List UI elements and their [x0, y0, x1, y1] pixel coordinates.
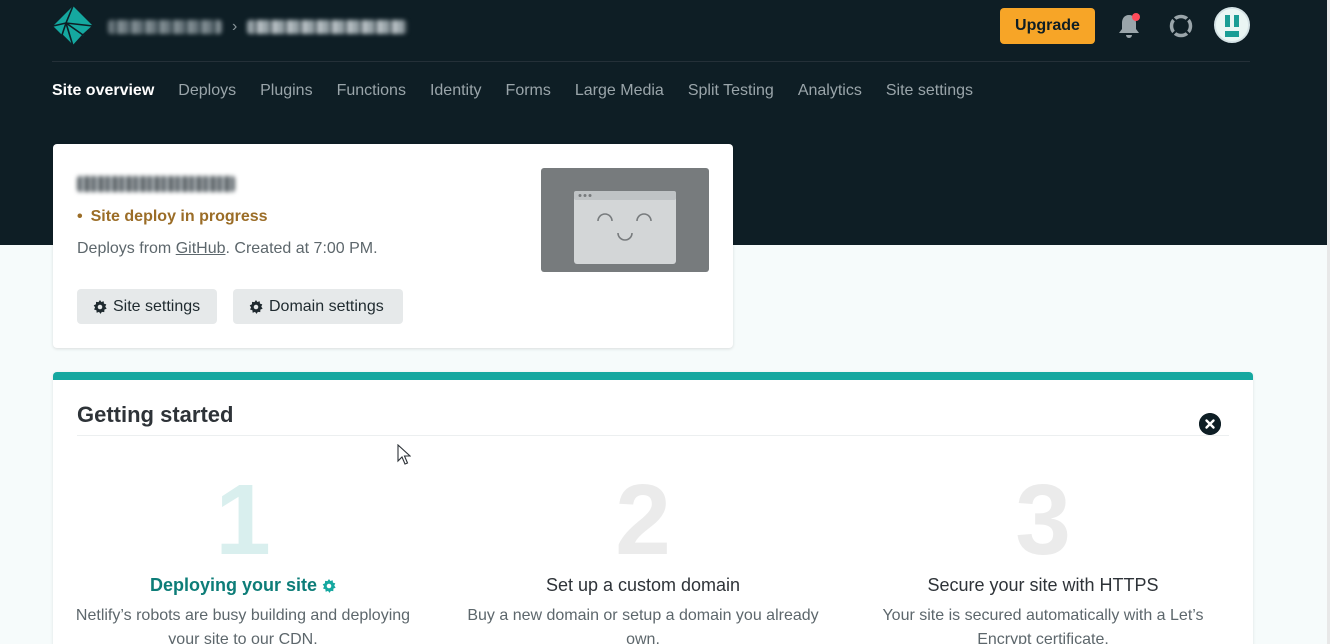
tab-deploys[interactable]: Deploys	[178, 82, 236, 104]
step-title[interactable]: Secure your site with HTTPS	[863, 575, 1223, 596]
site-nav: Site overview Deploys Plugins Functions …	[52, 82, 997, 104]
deploys-from-prefix: Deploys from	[77, 240, 176, 257]
site-name[interactable]	[77, 176, 235, 192]
browser-placeholder-icon	[574, 191, 676, 264]
netlify-logo-icon[interactable]	[52, 5, 94, 47]
step-title[interactable]: Deploying your site	[63, 575, 423, 596]
deploy-status: • Site deploy in progress	[77, 208, 268, 226]
tab-functions[interactable]: Functions	[337, 82, 406, 104]
site-settings-label: Site settings	[113, 297, 201, 315]
upgrade-button[interactable]: Upgrade	[1000, 8, 1095, 44]
step-title-text: Secure your site with HTTPS	[927, 575, 1159, 595]
step-number: 3	[1015, 464, 1071, 576]
step-number: 1	[215, 464, 271, 576]
site-overview-card: • Site deploy in progress Deploys from Gi…	[53, 144, 733, 348]
gear-icon	[249, 299, 263, 314]
tab-split-testing[interactable]: Split Testing	[688, 82, 774, 104]
step-title-text: Set up a custom domain	[545, 575, 741, 595]
step-custom-domain: 2 Set up a custom domain Buy a new domai…	[463, 470, 823, 644]
step-description: Your site is secured automatically with …	[882, 607, 1204, 644]
deploy-info: Deploys from GitHub. Created at 7:00 PM.	[77, 240, 378, 258]
site-preview-thumbnail[interactable]	[541, 168, 709, 272]
top-header: › Upgrade	[52, 0, 1250, 62]
step-description: Netlify’s robots are busy building and d…	[75, 607, 411, 644]
gear-spinner-icon	[322, 578, 336, 593]
step-title-text: Deploying your site	[149, 575, 318, 595]
getting-started-title: Getting started	[77, 402, 234, 427]
step-deploying: 1 Deploying your site Netlify’s robots a…	[63, 470, 423, 644]
gear-icon	[93, 299, 107, 314]
breadcrumb: ›	[108, 15, 408, 39]
help-lifebuoy-icon[interactable]	[1169, 14, 1193, 38]
avatar-identicon-icon	[1216, 9, 1248, 41]
github-link[interactable]: GitHub	[176, 240, 226, 257]
divider	[77, 435, 1229, 436]
created-text: . Created at 7:00 PM.	[225, 240, 378, 257]
breadcrumb-separator: ›	[232, 18, 238, 35]
tab-identity[interactable]: Identity	[430, 82, 482, 104]
tab-site-overview[interactable]: Site overview	[52, 82, 154, 104]
getting-started-panel: Getting started 1 Deploying your site Ne…	[53, 372, 1253, 644]
avatar[interactable]	[1214, 7, 1250, 43]
notification-dot	[1132, 13, 1140, 21]
site-settings-button[interactable]: Site settings	[77, 289, 217, 324]
step-title[interactable]: Set up a custom domain	[463, 575, 823, 596]
site-slug[interactable]	[247, 20, 408, 34]
account-name[interactable]	[108, 20, 222, 34]
status-dot: •	[77, 208, 83, 225]
tab-forms[interactable]: Forms	[506, 82, 551, 104]
close-icon[interactable]	[1199, 413, 1221, 435]
domain-settings-button[interactable]: Domain settings	[233, 289, 403, 324]
tab-large-media[interactable]: Large Media	[575, 82, 664, 104]
deploy-status-text: Site deploy in progress	[90, 208, 268, 225]
tab-site-settings[interactable]: Site settings	[886, 82, 973, 104]
mouse-cursor-icon	[397, 444, 411, 465]
domain-settings-label: Domain settings	[269, 297, 384, 315]
step-number: 2	[615, 464, 671, 576]
tab-analytics[interactable]: Analytics	[798, 82, 862, 104]
tab-plugins[interactable]: Plugins	[260, 82, 312, 104]
step-https: 3 Secure your site with HTTPS Your site …	[863, 470, 1223, 644]
step-description: Buy a new domain or setup a domain you a…	[467, 607, 819, 644]
